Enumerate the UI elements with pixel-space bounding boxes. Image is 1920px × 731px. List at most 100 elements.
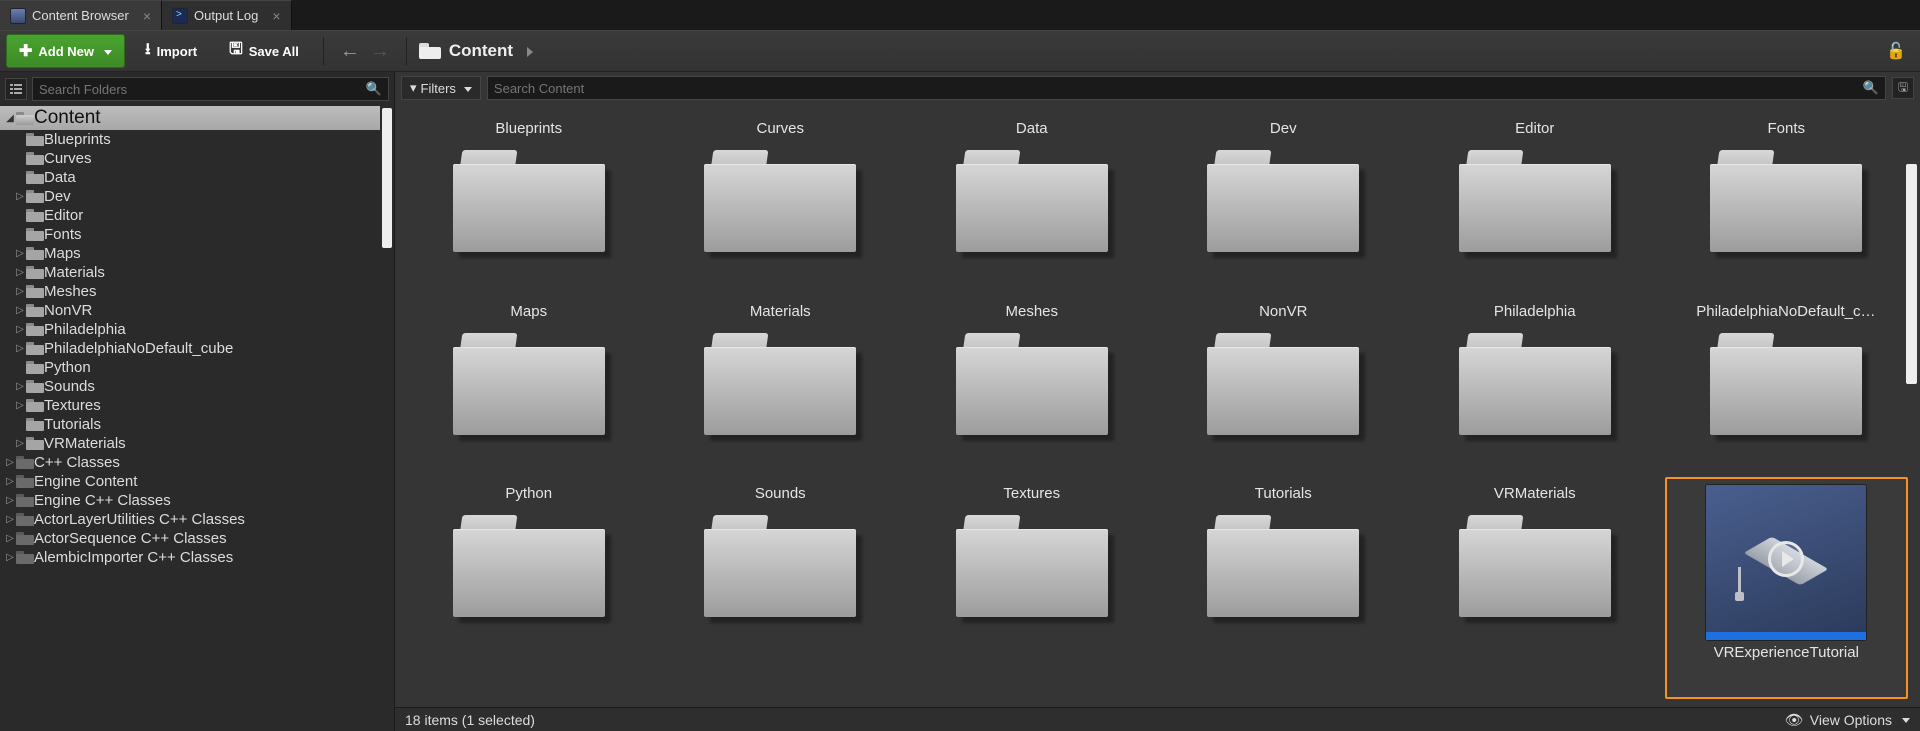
expander-icon[interactable]: ▷	[14, 343, 26, 354]
expander-icon[interactable]: ◢	[4, 113, 16, 124]
chevron-right-icon[interactable]	[521, 41, 533, 61]
expander-icon[interactable]: ▷	[14, 438, 26, 449]
folder-tile[interactable]: Data	[910, 112, 1154, 291]
folder-tile[interactable]: Maps	[407, 295, 651, 474]
expander-icon[interactable]: ▷	[14, 267, 26, 278]
chevron-down-icon	[1898, 712, 1910, 728]
folder-tile[interactable]: Editor	[1413, 112, 1657, 291]
close-icon[interactable]: ×	[143, 8, 151, 24]
add-new-button[interactable]: ✚ Add New	[6, 34, 125, 68]
expander-icon[interactable]: ▷	[14, 324, 26, 335]
expander-icon[interactable]: ▷	[14, 305, 26, 316]
folder-search[interactable]: 🔍	[32, 77, 389, 101]
tile-label: Philadelphia	[1494, 303, 1576, 323]
import-button[interactable]: ⭳ Import	[133, 32, 209, 71]
asset-grid[interactable]: Blueprints Curves Data Dev Editor Fonts …	[395, 104, 1920, 707]
tree-item[interactable]: ▷ Meshes	[0, 282, 380, 301]
tree-item[interactable]: Curves	[0, 149, 380, 168]
status-bar: 18 items (1 selected) 👁 View Options	[395, 707, 1920, 731]
folder-tile[interactable]: PhiladelphiaNoDefault_cube	[1665, 295, 1909, 474]
folder-tile[interactable]: Python	[407, 477, 651, 699]
expander-icon[interactable]: ▷	[4, 552, 16, 563]
expander-icon[interactable]: ▷	[4, 476, 16, 487]
tree-item[interactable]: ▷ C++ Classes	[0, 453, 380, 472]
tree-item[interactable]: Tutorials	[0, 415, 380, 434]
expander-icon[interactable]: ▷	[14, 381, 26, 392]
back-button[interactable]: ←	[336, 40, 364, 63]
forward-button[interactable]: →	[366, 40, 394, 63]
save-all-button[interactable]: 🖫 Save All	[217, 32, 311, 71]
expander-icon[interactable]: ▷	[14, 191, 26, 202]
tree-item[interactable]: ▷ ActorLayerUtilities C++ Classes	[0, 510, 380, 529]
separator	[406, 37, 407, 65]
folder-icon	[1706, 146, 1866, 256]
tree-item[interactable]: Data	[0, 168, 380, 187]
lock-icon[interactable]: 🔓	[1878, 41, 1914, 61]
tree-item-label: Engine C++ Classes	[34, 492, 171, 509]
content-search-input[interactable]	[494, 81, 1863, 96]
breadcrumb-root[interactable]: Content	[449, 41, 513, 61]
content-search[interactable]: 🔍	[487, 76, 1886, 100]
tree-item[interactable]: Editor	[0, 206, 380, 225]
folder-tile[interactable]: NonVR	[1162, 295, 1406, 474]
expander-icon[interactable]: ▷	[4, 514, 16, 525]
tree-item[interactable]: ▷ AlembicImporter C++ Classes	[0, 548, 380, 567]
tree-item[interactable]: ▷ ActorSequence C++ Classes	[0, 529, 380, 548]
tree-item[interactable]: ▷ VRMaterials	[0, 434, 380, 453]
folder-tile[interactable]: Fonts	[1665, 112, 1909, 291]
tree-item-label: ActorLayerUtilities C++ Classes	[34, 511, 245, 528]
tree-item[interactable]: ◢ Content	[0, 106, 380, 130]
folder-tile[interactable]: VRMaterials	[1413, 477, 1657, 699]
folder-search-input[interactable]	[39, 82, 366, 97]
folder-icon	[26, 228, 44, 241]
tree-item[interactable]: Python	[0, 358, 380, 377]
tree-item[interactable]: ▷ Dev	[0, 187, 380, 206]
tab-label: Content Browser	[32, 8, 129, 23]
tree-item[interactable]: ▷ Engine Content	[0, 472, 380, 491]
scrollbar-thumb[interactable]	[1906, 164, 1917, 384]
folder-tile[interactable]: Meshes	[910, 295, 1154, 474]
tree-item-label: ActorSequence C++ Classes	[34, 530, 227, 547]
expander-icon[interactable]: ▷	[4, 533, 16, 544]
folder-icon	[16, 532, 34, 545]
folder-tile[interactable]: Curves	[659, 112, 903, 291]
expander-icon[interactable]: ▷	[4, 495, 16, 506]
toggle-sources-button[interactable]	[5, 78, 27, 100]
tree-item[interactable]: ▷ Philadelphia	[0, 320, 380, 339]
folder-tile[interactable]: Blueprints	[407, 112, 651, 291]
folder-tile[interactable]: Dev	[1162, 112, 1406, 291]
asset-tile[interactable]: VRExperienceTutorial	[1665, 477, 1909, 699]
folder-tree[interactable]: ◢ Content Blueprints Curves Data▷ Dev Ed…	[0, 106, 394, 731]
expander-icon[interactable]: ▷	[14, 248, 26, 259]
save-search-button[interactable]: 🖫	[1892, 77, 1914, 99]
folder-tile[interactable]: Materials	[659, 295, 903, 474]
folder-tile[interactable]: Textures	[910, 477, 1154, 699]
view-options-label: View Options	[1810, 712, 1892, 728]
tree-item-label: Editor	[44, 207, 83, 224]
tree-item[interactable]: ▷ Textures	[0, 396, 380, 415]
breadcrumb[interactable]: Content	[419, 41, 533, 61]
folder-icon	[26, 342, 44, 355]
tree-item[interactable]: ▷ NonVR	[0, 301, 380, 320]
expander-icon[interactable]: ▷	[14, 286, 26, 297]
tree-item[interactable]: ▷ Maps	[0, 244, 380, 263]
tree-item[interactable]: Blueprints	[0, 130, 380, 149]
close-icon[interactable]: ×	[272, 8, 280, 24]
folder-tile[interactable]: Philadelphia	[1413, 295, 1657, 474]
tab-output-log[interactable]: Output Log ×	[162, 0, 292, 30]
tab-content-browser[interactable]: Content Browser ×	[0, 0, 162, 30]
folder-tile[interactable]: Tutorials	[1162, 477, 1406, 699]
tree-item[interactable]: ▷ Materials	[0, 263, 380, 282]
tree-item[interactable]: ▷ Sounds	[0, 377, 380, 396]
toolbar: ✚ Add New ⭳ Import 🖫 Save All ← → Conten…	[0, 30, 1920, 72]
filters-button[interactable]: ▾ Filters	[401, 76, 481, 100]
tree-item[interactable]: ▷ PhiladelphiaNoDefault_cube	[0, 339, 380, 358]
scrollbar-thumb[interactable]	[382, 108, 392, 248]
tree-item[interactable]: ▷ Engine C++ Classes	[0, 491, 380, 510]
tree-item[interactable]: Fonts	[0, 225, 380, 244]
tree-item-label: Python	[44, 359, 91, 376]
folder-tile[interactable]: Sounds	[659, 477, 903, 699]
expander-icon[interactable]: ▷	[4, 457, 16, 468]
expander-icon[interactable]: ▷	[14, 400, 26, 411]
view-options-button[interactable]: 👁 View Options	[1785, 711, 1910, 729]
